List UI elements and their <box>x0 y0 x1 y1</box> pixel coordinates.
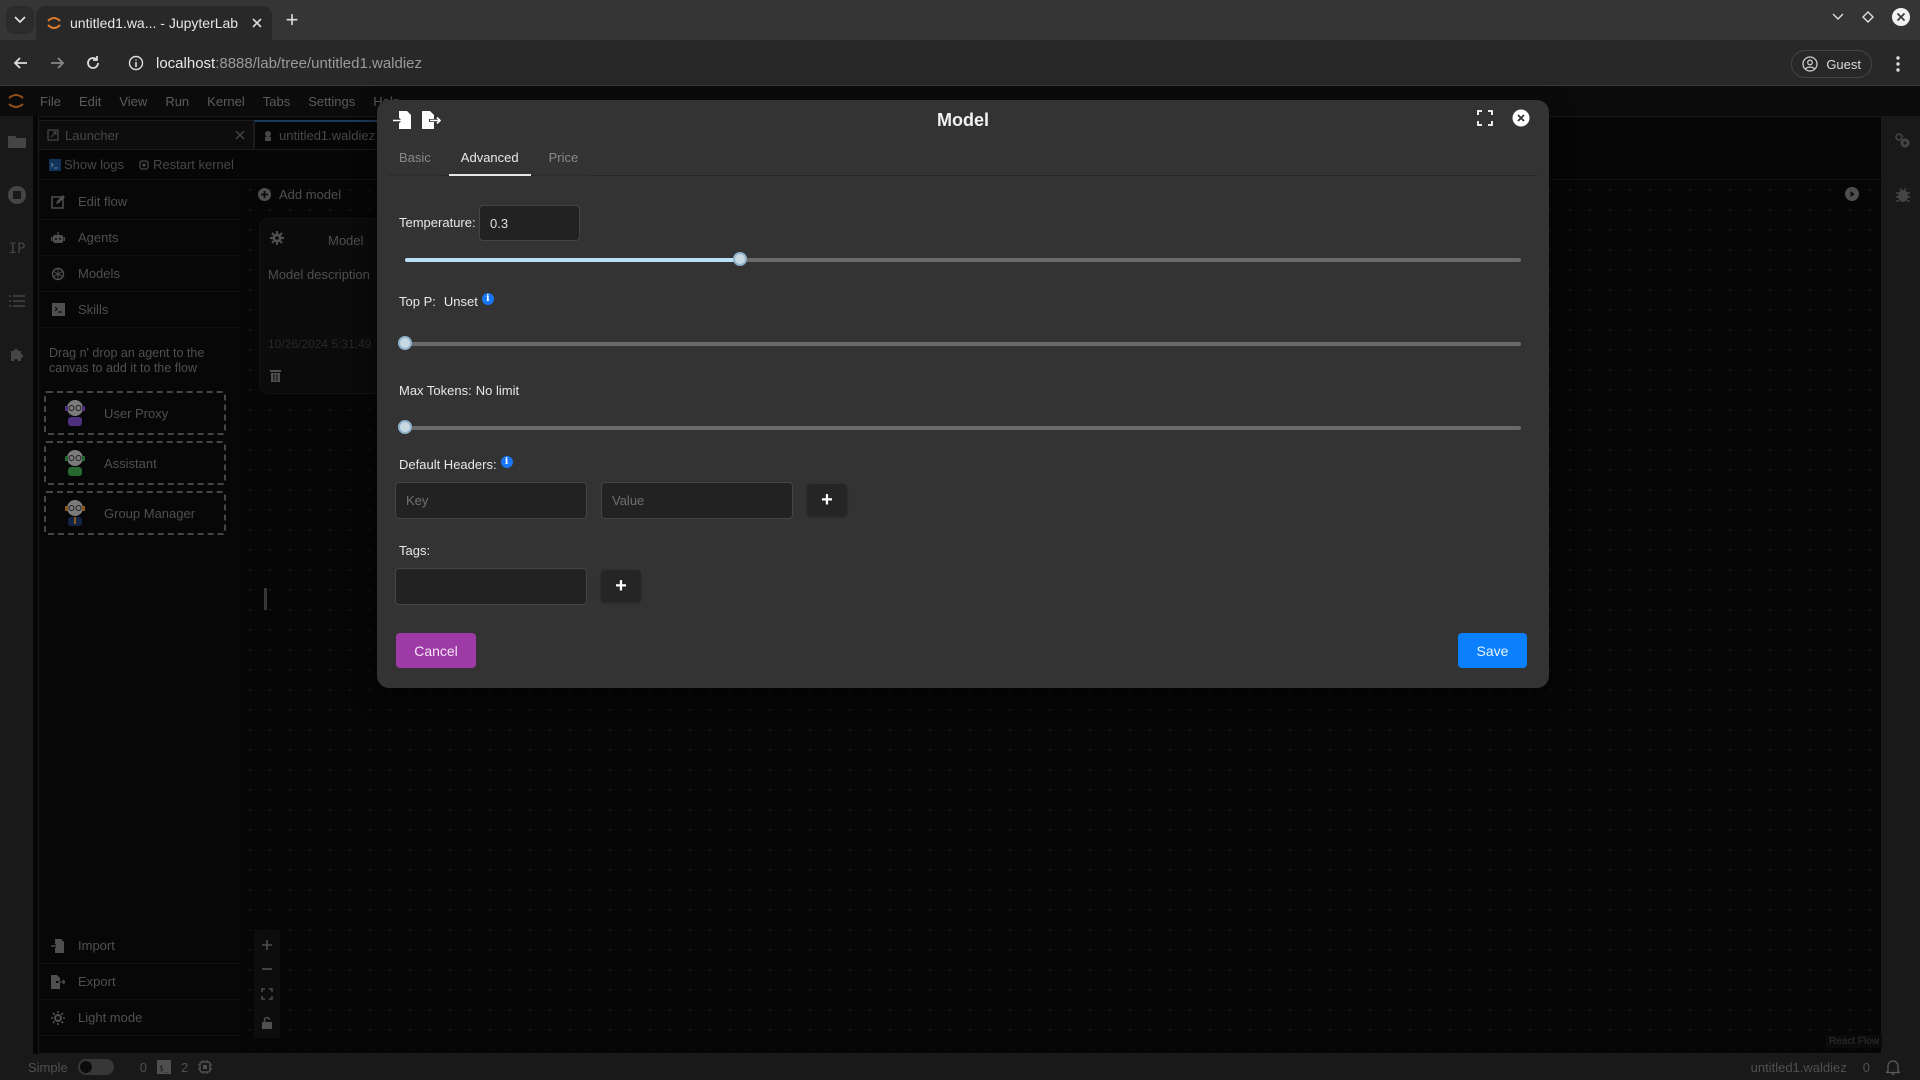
max-tokens-value: No limit <box>475 383 520 398</box>
modal-title: Model <box>937 110 989 130</box>
top-p-slider[interactable] <box>398 336 1521 352</box>
model-modal: Model Basic Advanced Price Temperature: … <box>377 100 1549 688</box>
info-icon[interactable]: i <box>481 292 494 305</box>
cancel-button[interactable]: Cancel <box>396 633 476 668</box>
site-info-icon[interactable] <box>128 55 144 71</box>
window-controls <box>1832 8 1910 26</box>
max-tokens-label-text: Max Tokens: <box>399 383 472 398</box>
temperature-slider[interactable] <box>405 252 1521 268</box>
slider-thumb[interactable] <box>732 252 747 266</box>
chevron-down-icon[interactable] <box>1832 13 1844 21</box>
reload-icon <box>87 56 99 69</box>
modal-header: Model <box>377 100 1549 140</box>
tab-price[interactable]: Price <box>536 148 591 176</box>
arrow-left-icon <box>13 57 27 69</box>
temperature-label-text: Temperature: <box>399 215 476 230</box>
header-key-input[interactable] <box>395 482 587 519</box>
tab-search-button[interactable] <box>6 6 34 34</box>
header-value-input[interactable] <box>601 482 793 519</box>
browser-tab[interactable]: untitled1.wa... - JupyterLab <box>36 6 272 40</box>
browser-tab-title: untitled1.wa... - JupyterLab <box>70 15 239 31</box>
reload-button[interactable] <box>80 50 106 76</box>
max-tokens-label: Max Tokens: No limit <box>399 383 519 398</box>
tab-advanced[interactable]: Advanced <box>448 148 531 176</box>
save-button[interactable]: Save <box>1458 633 1527 668</box>
browser-menu-button[interactable] <box>1888 52 1908 76</box>
default-headers-label: Default Headers: i <box>399 455 513 472</box>
fullscreen-icon[interactable] <box>1477 110 1493 126</box>
more-vertical-icon <box>1896 56 1900 72</box>
url-path: :8888/lab/tree/untitled1.waldiez <box>215 54 423 72</box>
profile-label: Guest <box>1826 56 1861 72</box>
modal-tabs: Basic Advanced Price <box>387 148 1537 176</box>
chevron-down-icon <box>14 16 26 24</box>
forward-button[interactable] <box>44 50 70 76</box>
tags-label-text: Tags: <box>399 543 431 558</box>
window-close-icon[interactable] <box>1892 8 1910 26</box>
url-field[interactable]: localhost:8888/lab/tree/untitled1.waldie… <box>128 51 422 75</box>
slider-track <box>405 426 1521 430</box>
slider-thumb[interactable] <box>398 420 412 434</box>
close-tab-icon[interactable] <box>252 18 262 28</box>
slider-track <box>405 342 1521 346</box>
max-tokens-slider[interactable] <box>398 420 1521 436</box>
file-import-icon[interactable] <box>393 110 413 130</box>
tab-basic[interactable]: Basic <box>387 148 443 176</box>
tags-input[interactable] <box>395 568 587 605</box>
default-headers-label-text: Default Headers: <box>399 457 497 472</box>
file-export-icon[interactable] <box>421 110 441 130</box>
top-p-label: Top P: Unset i <box>399 292 494 309</box>
top-p-label-text: Top P: <box>399 294 436 309</box>
add-tag-button[interactable]: + <box>601 570 641 602</box>
slider-thumb[interactable] <box>398 336 412 350</box>
info-icon[interactable]: i <box>500 455 513 468</box>
top-p-value: Unset <box>443 294 478 309</box>
slider-fill <box>405 258 740 262</box>
arrow-right-icon <box>51 57 65 69</box>
new-tab-button[interactable]: + <box>280 8 304 32</box>
add-header-button[interactable]: + <box>807 484 847 516</box>
jupyter-favicon-icon <box>47 17 61 29</box>
temperature-input[interactable] <box>479 205 580 241</box>
profile-button[interactable]: Guest <box>1791 50 1872 78</box>
tags-label: Tags: <box>399 543 430 558</box>
temperature-label: Temperature: <box>399 215 476 230</box>
url-host: localhost <box>156 54 216 72</box>
profile-icon <box>1802 56 1818 72</box>
back-button[interactable] <box>8 50 34 76</box>
diamond-icon[interactable] <box>1862 11 1874 23</box>
close-modal-icon[interactable] <box>1512 109 1530 127</box>
